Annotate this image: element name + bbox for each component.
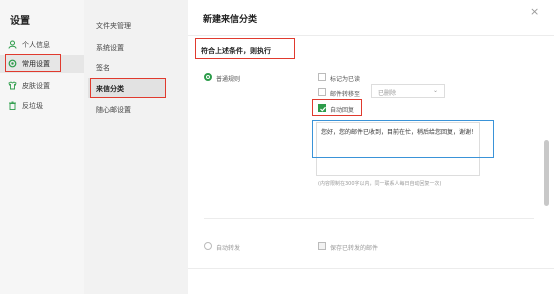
scrollbar[interactable] bbox=[544, 140, 549, 206]
sublist-item-signature[interactable]: 签名 bbox=[96, 63, 110, 73]
auto-forward-radio[interactable] bbox=[204, 242, 212, 250]
close-icon[interactable]: × bbox=[530, 5, 539, 18]
divider bbox=[188, 35, 554, 36]
sublist-item-system[interactable]: 系统设置 bbox=[96, 43, 124, 53]
sidebar-item-skin-settings[interactable]: 皮肤设置 bbox=[0, 77, 84, 95]
auto-forward-label: 自动转发 bbox=[216, 245, 241, 252]
move-folder-value: 已删除 bbox=[378, 90, 397, 97]
reply-hint: (内容限制在300字以内，同一联系人每日自动回复一次) bbox=[318, 181, 442, 187]
chevron-down-icon: ⌄ bbox=[432, 87, 438, 94]
keep-forwarded-checkbox[interactable] bbox=[318, 242, 326, 250]
divider bbox=[204, 218, 534, 219]
keep-forwarded-label: 保存已转发的邮件 bbox=[330, 245, 379, 252]
highlight-auto-reply bbox=[312, 99, 362, 116]
highlight-reply-text bbox=[312, 120, 494, 158]
sidebar-item-personal-info[interactable]: 个人信息 bbox=[0, 36, 84, 54]
normal-rule-radio[interactable] bbox=[204, 73, 212, 81]
move-mail-checkbox[interactable] bbox=[318, 88, 326, 96]
settings-title: 设置 bbox=[10, 16, 30, 27]
trash-icon bbox=[8, 101, 17, 110]
mark-read-checkbox[interactable] bbox=[318, 73, 326, 81]
move-mail-label: 邮件转移至 bbox=[330, 91, 361, 98]
sidebar-item-label: 反垃圾 bbox=[22, 102, 43, 110]
highlight-mail-classify bbox=[90, 78, 166, 98]
mark-read-label: 标记为已读 bbox=[330, 76, 361, 83]
dialog-title: 新建来信分类 bbox=[203, 15, 258, 25]
normal-rule-label: 普通规则 bbox=[216, 76, 241, 83]
user-icon bbox=[8, 40, 17, 49]
sidebar-item-anti-spam[interactable]: 反垃圾 bbox=[0, 97, 84, 115]
sublist-item-folders[interactable]: 文件夹管理 bbox=[96, 21, 131, 31]
shirt-icon bbox=[8, 81, 17, 90]
sidebar-item-label: 皮肤设置 bbox=[22, 82, 50, 90]
highlight-common-settings bbox=[5, 54, 61, 72]
highlight-section-title bbox=[195, 38, 295, 59]
sidebar-item-label: 个人信息 bbox=[22, 41, 50, 49]
sublist-item-suixinyou[interactable]: 随心邮设置 bbox=[96, 105, 131, 115]
move-folder-select[interactable]: 已删除 ⌄ bbox=[371, 84, 445, 98]
divider bbox=[188, 268, 554, 269]
